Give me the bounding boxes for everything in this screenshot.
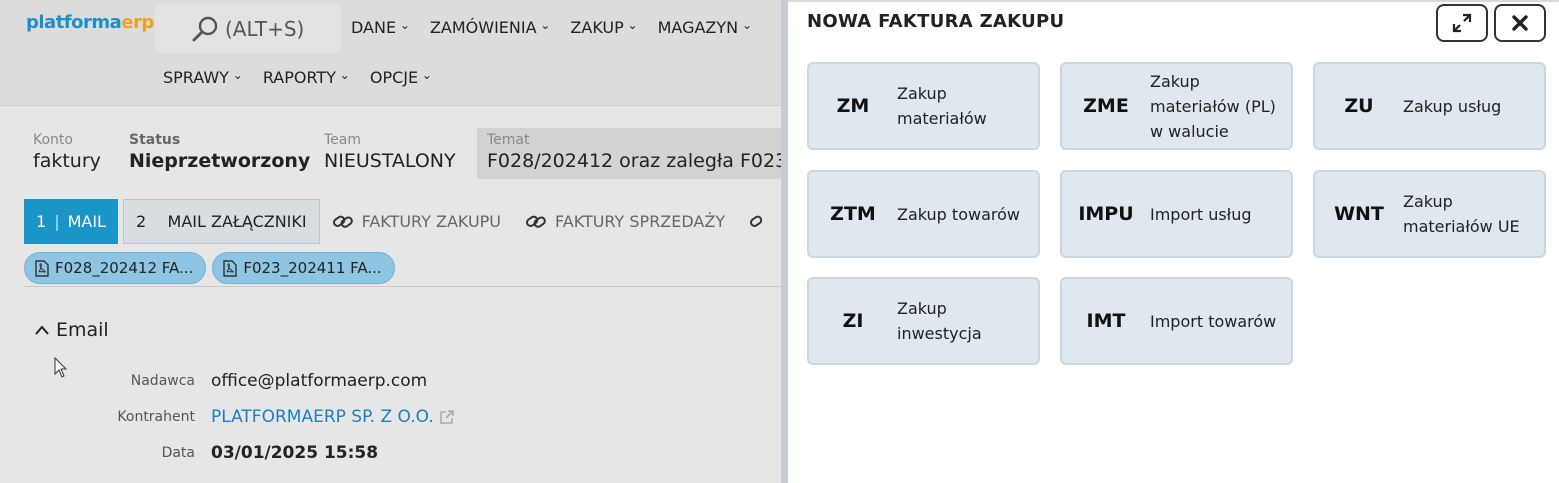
contractor-link[interactable]: PLATFORMAERP SP. Z O.O. [211,407,434,427]
email-date-row: Data 03/01/2025 15:58 [0,443,781,463]
close-icon [1512,15,1528,31]
invoice-type-code: ZI [842,310,864,332]
invoice-type-code: ZM [836,95,870,117]
field-status: Status Nieprzetworzony [129,132,310,172]
contractor-label: Kontrahent [117,409,195,425]
tab-purchase-invoices-label: FAKTURY ZAKUPU [361,212,502,231]
invoice-type-code: ZTM [830,203,876,225]
logo-text: platforma [26,12,122,33]
main-menu-row1: DANE ZAMÓWIENIA ZAKUP MAGAZYN [351,18,752,37]
menu-opcje[interactable]: OPCJE [370,68,432,87]
field-status-label: Status [129,132,181,148]
sender-label: Nadawca [130,373,195,389]
attachment-chip[interactable]: F023_202411 FA... [212,252,395,284]
invoice-type-code: WNT [1334,203,1384,225]
attachment-list: F028_202412 FA... F023_202411 FA... [24,252,395,284]
invoice-type-desc: Zakup materiałów UE [1403,192,1520,236]
invoice-type-ztm[interactable]: ZTM Zakup towarów [807,170,1040,258]
tab-mail-attachments[interactable]: 2|MAIL ZAŁĄCZNIKI [122,199,320,244]
field-temat-label: Temat [487,132,530,148]
invoice-type-zi[interactable]: ZI Zakup inwestycja [807,277,1040,365]
expand-icon [1452,13,1472,33]
tab-purchase-invoices[interactable]: FAKTURY ZAKUPU [320,199,513,244]
invoice-type-wnt[interactable]: WNT Zakup materiałów UE [1313,170,1546,258]
app-background: platformaerp (ALT+S) DANE ZAMÓWIENIA ZAK… [0,0,781,483]
external-link-icon[interactable] [439,409,455,425]
chevron-up-icon [35,325,49,335]
email-section-title: Email [56,319,109,341]
tab-mail-attachments-number: 2 [135,212,147,231]
menu-dane[interactable]: DANE [351,18,410,37]
field-team: Team NIEUSTALONY [324,132,456,172]
menu-zakup[interactable]: ZAKUP [570,18,637,37]
record-tabs: 1|MAIL 2|MAIL ZAŁĄCZNIKI FAKTURY ZAKUPU … [24,199,775,244]
field-konto-value: faktury [33,150,101,172]
search-icon [192,16,218,41]
new-purchase-invoice-modal: NOWA FAKTURA ZAKUPU ZM Zakup materiałów … [788,0,1559,483]
modal-border [781,0,788,483]
email-section-toggle[interactable]: Email [34,319,109,341]
menu-sprawy[interactable]: SPRAWY [163,68,243,87]
invoice-type-zm[interactable]: ZM Zakup materiałów [807,62,1040,150]
attachment-chip[interactable]: F028_202412 FA... [24,252,207,284]
expand-button[interactable] [1436,4,1488,42]
email-contractor-row: Kontrahent PLATFORMAERP SP. Z O.O. [0,407,781,427]
field-temat: Temat F028/202412 oraz zaległa F023/ [477,128,781,179]
invoice-type-desc: Zakup materiałów [897,84,987,128]
menu-magazyn[interactable]: MAGAZYN [658,18,752,37]
invoice-type-desc: Import usług [1150,204,1252,224]
field-team-label: Team [324,132,362,148]
invoice-type-desc: Zakup inwestycja [897,299,982,343]
attachment-name: F028_202412 FA... [55,259,194,277]
invoice-type-code: ZME [1083,95,1129,117]
invoice-type-code: ZU [1344,95,1374,117]
invoice-type-impu[interactable]: IMPU Import usług [1060,170,1293,258]
top-navigation: platformaerp (ALT+S) DANE ZAMÓWIENIA ZAK… [0,0,781,106]
invoice-type-zme[interactable]: ZME Zakup materiałów (PL) w walucie [1060,62,1293,150]
field-konto-label: Konto [33,132,73,148]
tab-mail[interactable]: 1 | MAIL [24,199,118,244]
field-team-value: NIEUSTALONY [324,150,456,172]
search-shortcut-label: (ALT+S) [225,16,305,41]
field-konto: Konto faktury [33,132,101,172]
tab-more[interactable] [737,199,775,244]
invoice-type-desc: Zakup materiałów (PL) w walucie [1150,71,1276,141]
email-sender-row: Nadawca office@platformaerp.com [0,371,781,391]
field-status-value: Nieprzetworzony [129,150,311,172]
pdf-file-icon [35,259,49,277]
pdf-file-icon [223,259,238,277]
divider [24,286,781,287]
field-temat-value: F028/202412 oraz zaległa F023/ [487,150,781,172]
menu-zamowienia[interactable]: ZAMÓWIENIA [430,18,550,37]
date-value: 03/01/2025 15:58 [211,443,379,463]
date-label: Data [161,445,195,461]
invoice-type-zu[interactable]: ZU Zakup usług [1313,62,1546,150]
close-button[interactable] [1494,4,1546,42]
link-icon [526,215,546,228]
invoice-type-desc: Zakup towarów [897,204,1020,224]
sender-value: office@platformaerp.com [211,371,428,391]
logo-text-accent: erp [121,12,154,33]
attachment-name: F023_202411 FA... [243,259,382,277]
link-icon [332,215,353,228]
tab-sales-invoices[interactable]: FAKTURY SPRZEDAŻY [513,199,737,244]
invoice-type-imt[interactable]: IMT Import towarów [1060,277,1293,365]
main-menu-row2: SPRAWY RAPORTY OPCJE [163,68,432,87]
invoice-type-code: IMPU [1078,203,1134,225]
tab-sales-invoices-label: FAKTURY SPRZEDAŻY [555,212,726,231]
invoice-type-desc: Import towarów [1150,311,1277,331]
tab-mail-label: MAIL [67,212,106,231]
modal-title: NOWA FAKTURA ZAKUPU [807,11,1065,32]
menu-raporty[interactable]: RAPORTY [263,68,350,87]
invoice-type-code: IMT [1086,310,1126,332]
tab-mail-number: 1 [36,212,47,231]
platformaerp-logo[interactable]: platformaerp [26,12,154,33]
global-search[interactable]: (ALT+S) [155,4,341,53]
link-icon [750,215,763,227]
tab-mail-attachments-label: MAIL ZAŁĄCZNIKI [167,212,307,231]
invoice-type-desc: Zakup usług [1403,96,1502,116]
